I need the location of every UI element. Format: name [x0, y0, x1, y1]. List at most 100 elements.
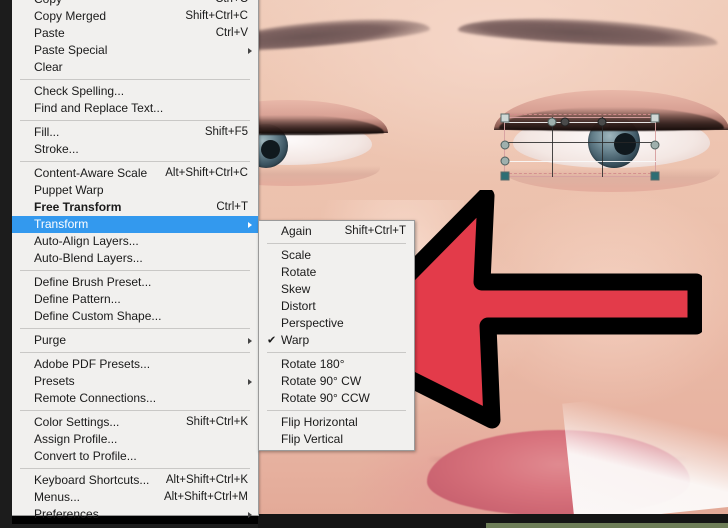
warp-handle-top-2[interactable]	[561, 118, 570, 127]
edit-menu-dropdown[interactable]: CopyCtrl+CCopy Merged Shift+Ctrl+CPasteCt…	[12, 0, 259, 516]
menu-item-label: Paste	[34, 25, 65, 42]
menu-item-again[interactable]: AgainShift+Ctrl+T	[259, 223, 414, 240]
menu-item-color-settings[interactable]: Color Settings...Shift+Ctrl+K	[12, 414, 258, 431]
menu-separator	[20, 468, 250, 469]
menu-item-rotate-90-cw[interactable]: Rotate 90° CW	[259, 373, 414, 390]
menu-item-label: Rotate	[281, 264, 316, 281]
submenu-arrow-icon	[248, 48, 252, 54]
menu-item-define-custom-shape[interactable]: Define Custom Shape...	[12, 308, 258, 325]
menu-item-label: Flip Vertical	[281, 431, 343, 448]
menu-item-auto-align-layers[interactable]: Auto-Align Layers...	[12, 233, 258, 250]
menu-item-paste-special[interactable]: Paste Special	[12, 42, 258, 59]
menu-item-label: Menus...	[34, 489, 80, 506]
menu-item-warp[interactable]: ✔Warp	[259, 332, 414, 349]
menu-item-label: Distort	[281, 298, 316, 315]
menu-item-label: Perspective	[281, 315, 344, 332]
menu-separator	[20, 120, 250, 121]
menu-item-perspective[interactable]: Perspective	[259, 315, 414, 332]
menu-item-fill[interactable]: Fill... Shift+F5	[12, 124, 258, 141]
menu-item-label: Remote Connections...	[34, 390, 156, 407]
warp-gridline-h-1	[504, 122, 656, 123]
menu-item-label: Keyboard Shortcuts...	[34, 472, 149, 489]
warp-transform-grid[interactable]	[504, 117, 656, 177]
menu-item-stroke[interactable]: Stroke...	[12, 141, 258, 158]
menu-item-label: Rotate 90° CW	[281, 373, 361, 390]
menu-item-label: Assign Profile...	[34, 431, 117, 448]
menu-item-presets[interactable]: Presets	[12, 373, 258, 390]
menu-item-label: Define Brush Preset...	[34, 274, 151, 291]
warp-handle-left-1[interactable]	[501, 141, 510, 150]
menu-item-copy[interactable]: CopyCtrl+C	[12, 0, 258, 8]
menu-item-label: Check Spelling...	[34, 83, 124, 100]
menu-item-shortcut: Shift+F5	[191, 124, 248, 141]
menu-item-transform[interactable]: Transform	[12, 216, 258, 233]
menu-item-clear[interactable]: Clear	[12, 59, 258, 76]
menu-item-define-pattern[interactable]: Define Pattern...	[12, 291, 258, 308]
menu-item-shortcut: Alt+Shift+Ctrl+M	[150, 489, 248, 506]
menu-item-label: Auto-Blend Layers...	[34, 250, 143, 267]
warp-corner-handle-br[interactable]	[651, 172, 660, 181]
menu-item-label: Transform	[34, 216, 88, 233]
menu-item-preferences[interactable]: Preferences	[12, 506, 258, 523]
menu-item-label: Rotate 90° CCW	[281, 390, 370, 407]
warp-gridline-h-2	[504, 142, 656, 143]
menu-item-paste[interactable]: PasteCtrl+V	[12, 25, 258, 42]
menu-item-label: Define Custom Shape...	[34, 308, 161, 325]
menu-item-rotate-90-ccw[interactable]: Rotate 90° CCW	[259, 390, 414, 407]
menu-item-menus[interactable]: Menus... Alt+Shift+Ctrl+M	[12, 489, 258, 506]
menu-separator	[267, 410, 406, 411]
warp-corner-handle-tl[interactable]	[501, 114, 510, 123]
menu-item-label: Copy Merged	[34, 8, 106, 25]
menu-item-label: Clear	[34, 59, 63, 76]
menu-item-copy-merged[interactable]: Copy Merged Shift+Ctrl+C	[12, 8, 258, 25]
menu-item-label: Content-Aware Scale	[34, 165, 147, 182]
menu-item-puppet-warp[interactable]: Puppet Warp	[12, 182, 258, 199]
warp-handle-top-3[interactable]	[598, 118, 607, 127]
menu-item-check-spelling[interactable]: Check Spelling...	[12, 83, 258, 100]
menu-item-skew[interactable]: Skew	[259, 281, 414, 298]
menu-item-label: Flip Horizontal	[281, 414, 358, 431]
menu-item-content-aware-scale[interactable]: Content-Aware ScaleAlt+Shift+Ctrl+C	[12, 165, 258, 182]
check-icon: ✔	[267, 335, 276, 346]
warp-dash-bottom	[504, 173, 656, 174]
menu-item-scale[interactable]: Scale	[259, 247, 414, 264]
menu-item-remote-connections[interactable]: Remote Connections...	[12, 390, 258, 407]
menu-item-label: Fill...	[34, 124, 59, 141]
menu-item-label: Again	[281, 223, 312, 240]
menu-item-adobe-pdf-presets[interactable]: Adobe PDF Presets...	[12, 356, 258, 373]
menu-item-distort[interactable]: Distort	[259, 298, 414, 315]
menu-item-label: Skew	[281, 281, 310, 298]
warp-handle-right-1[interactable]	[651, 141, 660, 150]
menu-item-label: Auto-Align Layers...	[34, 233, 139, 250]
menu-item-label: Adobe PDF Presets...	[34, 356, 150, 373]
submenu-arrow-icon	[248, 338, 252, 344]
warp-handle-left-2[interactable]	[501, 157, 510, 166]
menu-item-rotate[interactable]: Rotate	[259, 264, 414, 281]
menu-item-free-transform[interactable]: Free TransformCtrl+T	[12, 199, 258, 216]
menu-item-purge[interactable]: Purge	[12, 332, 258, 349]
menu-item-shortcut: Shift+Ctrl+C	[171, 8, 248, 25]
warp-handle-top-1[interactable]	[548, 118, 557, 127]
menu-separator	[20, 270, 250, 271]
menu-item-label: Find and Replace Text...	[34, 100, 163, 117]
menu-item-define-brush-preset[interactable]: Define Brush Preset...	[12, 274, 258, 291]
menu-item-flip-horizontal[interactable]: Flip Horizontal	[259, 414, 414, 431]
transform-submenu[interactable]: AgainShift+Ctrl+T ScaleRotateSkewDistortP…	[258, 220, 415, 451]
submenu-arrow-icon	[248, 379, 252, 385]
screen: CopyCtrl+CCopy Merged Shift+Ctrl+CPasteCt…	[0, 0, 728, 528]
warp-corner-handle-bl[interactable]	[501, 172, 510, 181]
menu-separator	[20, 352, 250, 353]
menu-item-rotate-180[interactable]: Rotate 180°	[259, 356, 414, 373]
menu-item-convert-to-profile[interactable]: Convert to Profile...	[12, 448, 258, 465]
menu-item-flip-vertical[interactable]: Flip Vertical	[259, 431, 414, 448]
bottom-green-bar	[486, 523, 728, 528]
menu-item-keyboard-shortcuts[interactable]: Keyboard Shortcuts...Alt+Shift+Ctrl+K	[12, 472, 258, 489]
menu-separator	[267, 352, 406, 353]
eye-left	[258, 106, 388, 182]
left-dark-strip	[0, 0, 12, 528]
menu-item-assign-profile[interactable]: Assign Profile...	[12, 431, 258, 448]
menu-separator	[20, 410, 250, 411]
warp-corner-handle-tr[interactable]	[651, 114, 660, 123]
menu-item-auto-blend-layers[interactable]: Auto-Blend Layers...	[12, 250, 258, 267]
menu-item-find-and-replace-text[interactable]: Find and Replace Text...	[12, 100, 258, 117]
